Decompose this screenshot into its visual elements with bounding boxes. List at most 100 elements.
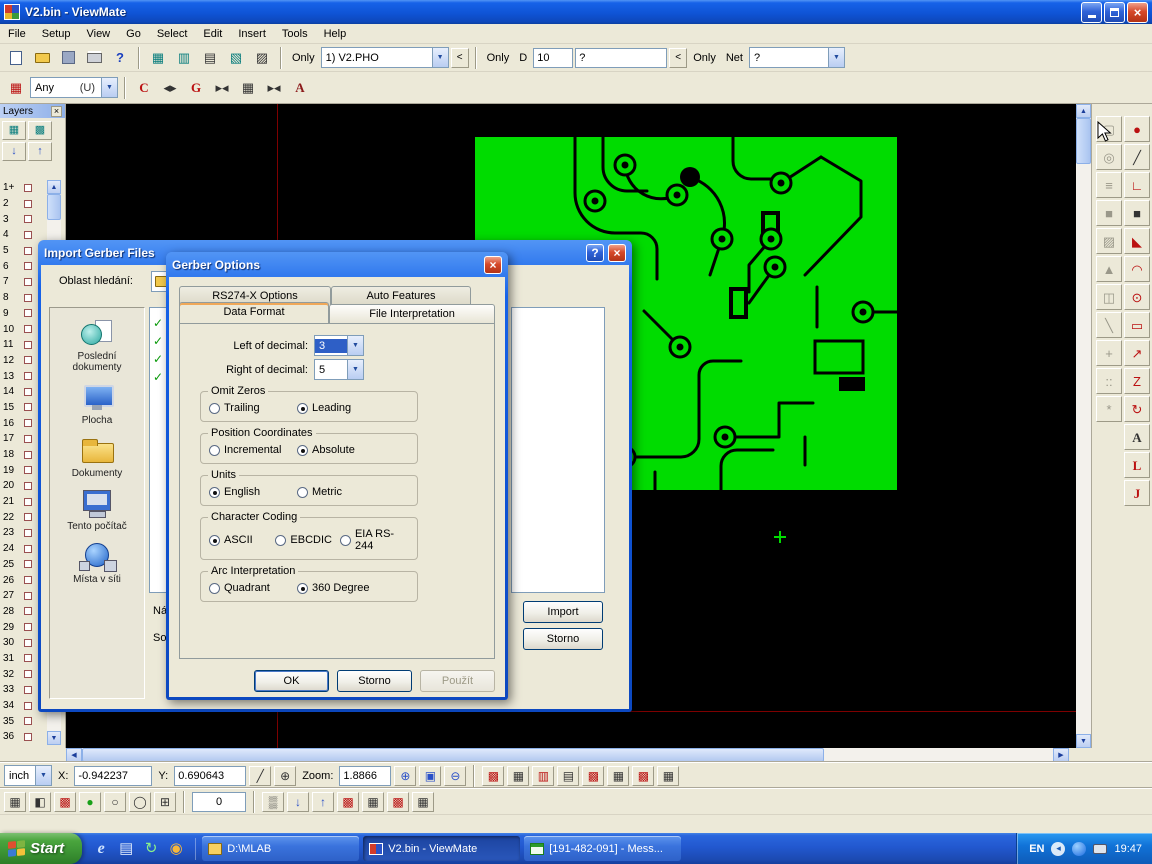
layer-swatch[interactable] xyxy=(24,451,32,459)
scrollbar-thumb[interactable] xyxy=(82,748,824,762)
radio-option[interactable]: EIA RS-244 xyxy=(340,528,405,552)
print-icon[interactable] xyxy=(82,46,106,70)
layer-view-icon[interactable]: ▦ xyxy=(2,121,26,140)
layer-swatch[interactable] xyxy=(24,498,32,506)
place-recent-documents[interactable]: Poslední dokumenty xyxy=(52,318,142,373)
task-messages[interactable]: [191-482-091] - Mess... xyxy=(524,836,681,861)
layer-swatch[interactable] xyxy=(24,419,32,427)
mirror-icon[interactable]: ▸◂ xyxy=(210,76,234,100)
net-combo[interactable]: ? ▼ xyxy=(749,47,845,68)
menu-item[interactable]: Help xyxy=(316,26,355,42)
layer-swatch[interactable] xyxy=(24,482,32,490)
dcode-display-input[interactable] xyxy=(192,792,246,812)
vector-tool-icon[interactable]: ↗ xyxy=(1124,340,1150,366)
refresh-icon[interactable]: ↻ xyxy=(140,838,162,860)
menu-item[interactable]: Select xyxy=(149,26,196,42)
layer-swatch[interactable] xyxy=(24,435,32,443)
layer-swatch[interactable] xyxy=(24,215,32,223)
menu-item[interactable]: Setup xyxy=(34,26,79,42)
layer-row[interactable]: 2 xyxy=(0,196,44,212)
layer-swatch[interactable] xyxy=(24,325,32,333)
tray-app-icon[interactable] xyxy=(1072,842,1086,856)
chevron-down-icon[interactable]: ▼ xyxy=(35,766,51,785)
hatch-tool-icon[interactable]: ▨ xyxy=(1096,228,1122,254)
pad-fill-icon[interactable]: ▩ xyxy=(582,766,604,786)
chevron-down-icon[interactable]: ▼ xyxy=(347,360,363,379)
layer-swatch[interactable] xyxy=(24,372,32,380)
layer-swatch[interactable] xyxy=(24,262,32,270)
trace-fill-icon[interactable]: ▩ xyxy=(632,766,654,786)
dot-grid-icon[interactable]: ▒ xyxy=(262,792,284,812)
select-circle-icon[interactable]: ◯ xyxy=(129,792,151,812)
scroll-up-icon[interactable]: ▲ xyxy=(47,180,61,194)
place-desktop[interactable]: Plocha xyxy=(52,382,142,426)
via-clear-icon[interactable]: ▦ xyxy=(412,792,434,812)
radio-option[interactable]: Quadrant xyxy=(209,582,297,594)
task-viewmate[interactable]: V2.bin - ViewMate xyxy=(363,836,520,861)
aperture-list-icon[interactable]: ▥ xyxy=(172,46,196,70)
sketch-mode-icon[interactable]: ▥ xyxy=(532,766,554,786)
layer-swatch[interactable] xyxy=(24,607,32,615)
help-select-icon[interactable]: ? xyxy=(108,46,132,70)
scroll-down-icon[interactable]: ▼ xyxy=(1076,734,1091,748)
pad-grid-icon[interactable]: ▦ xyxy=(236,76,260,100)
selected-files-panel[interactable] xyxy=(511,307,605,593)
draw-mode-icon[interactable]: ▦ xyxy=(507,766,529,786)
align-tool-icon[interactable]: ◫ xyxy=(1096,284,1122,310)
place-documents[interactable]: Dokumenty xyxy=(52,435,142,479)
cancel-button[interactable]: Storno xyxy=(523,628,603,650)
layer-swatch[interactable] xyxy=(24,702,32,710)
select-lasso-icon[interactable]: ○ xyxy=(104,792,126,812)
flip-horizontal-icon[interactable]: ◂▸ xyxy=(158,76,182,100)
radio-option[interactable]: English xyxy=(209,486,297,498)
scroll-right-icon[interactable]: ▶ xyxy=(1053,748,1069,762)
line-tool-icon[interactable]: ╱ xyxy=(1124,144,1150,170)
pad-clear-icon[interactable]: ▦ xyxy=(362,792,384,812)
layer-swatch[interactable] xyxy=(24,341,32,349)
circle-tool-icon[interactable]: ⊙ xyxy=(1124,284,1150,310)
layer-row[interactable]: 4 xyxy=(0,227,44,243)
save-icon[interactable] xyxy=(56,46,80,70)
letter-l-tool-icon[interactable]: L xyxy=(1124,452,1150,478)
checked-icon[interactable]: ✓ xyxy=(153,316,163,330)
array-tool-icon[interactable]: :: xyxy=(1096,368,1122,394)
layer-swatch[interactable] xyxy=(24,200,32,208)
menu-item[interactable]: File xyxy=(0,26,34,42)
ok-button[interactable]: OK xyxy=(254,670,329,692)
show-desktop-icon[interactable]: ▤ xyxy=(115,838,137,860)
place-my-computer[interactable]: Tento počítač xyxy=(52,488,142,532)
triangle-tool-icon[interactable]: ◣ xyxy=(1124,228,1150,254)
layer-swatch[interactable] xyxy=(24,278,32,286)
pad-flash-icon[interactable]: ▩ xyxy=(337,792,359,812)
layer-swatch[interactable] xyxy=(24,545,32,553)
layer-swatch[interactable] xyxy=(24,466,32,474)
highlight-mode-icon[interactable]: ▤ xyxy=(198,46,222,70)
previous-file-button[interactable]: < xyxy=(451,48,469,68)
menu-item[interactable]: View xyxy=(78,26,118,42)
layer-swatch[interactable] xyxy=(24,388,32,396)
layer-swatch[interactable] xyxy=(24,184,32,192)
traffic-light-icon[interactable]: ● xyxy=(79,792,101,812)
minimize-button[interactable] xyxy=(1081,2,1102,23)
close-button[interactable]: × xyxy=(1127,2,1148,23)
frame-tool-icon[interactable]: ▭ xyxy=(1124,312,1150,338)
outline-mode-icon[interactable]: ▤ xyxy=(557,766,579,786)
units-combo[interactable]: inch ▼ xyxy=(4,765,52,786)
flash-mode-icon[interactable]: ▩ xyxy=(482,766,504,786)
layer-swatch[interactable] xyxy=(24,639,32,647)
dcode-query-input[interactable] xyxy=(575,48,667,68)
chevron-down-icon[interactable]: ▼ xyxy=(101,78,117,97)
zigzag-tool-icon[interactable]: Z xyxy=(1124,368,1150,394)
layer-colors-icon[interactable]: ▩ xyxy=(28,121,52,140)
right-of-decimal-combo[interactable]: 5 ▼ xyxy=(314,359,364,380)
snap-down-icon[interactable]: ↓ xyxy=(287,792,309,812)
grid-settings-icon[interactable]: ⊞ xyxy=(154,792,176,812)
tray-keyboard-icon[interactable] xyxy=(1093,844,1107,854)
menu-item[interactable]: Go xyxy=(118,26,149,42)
radio-option[interactable]: 360 Degree xyxy=(297,582,370,594)
settings-tool-icon[interactable]: * xyxy=(1096,396,1122,422)
help-button[interactable]: ? xyxy=(586,244,604,262)
traces-tool-icon[interactable]: ≡ xyxy=(1096,172,1122,198)
scrollbar-thumb[interactable] xyxy=(47,194,61,220)
chevron-down-icon[interactable]: ▼ xyxy=(347,336,363,355)
